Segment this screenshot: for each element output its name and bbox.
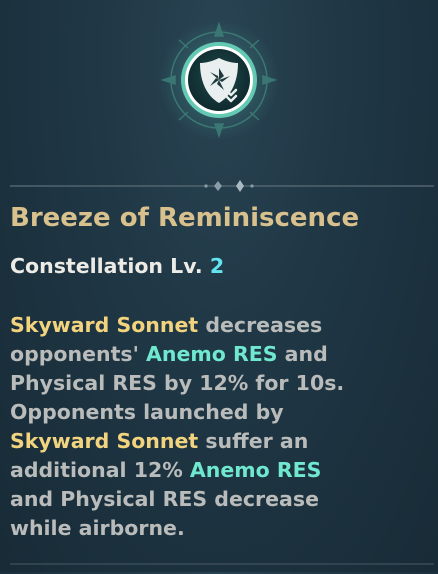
element-highlight: Anemo RES bbox=[189, 458, 322, 482]
element-highlight: Anemo RES bbox=[146, 342, 278, 366]
level-number: 2 bbox=[209, 254, 225, 278]
description-text: while airborne. bbox=[10, 516, 185, 540]
description-line: Skyward Sonnet suffer an bbox=[10, 427, 435, 456]
description-text: Physical RES by 12% for 10s. bbox=[10, 371, 345, 395]
bottom-divider bbox=[10, 556, 434, 566]
description-text: suffer an bbox=[198, 429, 309, 453]
top-divider bbox=[10, 178, 434, 194]
skill-name-highlight: Skyward Sonnet bbox=[10, 429, 199, 453]
description-text: Opponents launched by bbox=[10, 400, 284, 424]
level-label: Constellation Lv. bbox=[10, 254, 203, 278]
description-line: while airborne. bbox=[10, 514, 435, 543]
constellation-emblem bbox=[154, 10, 284, 150]
description-text: decreases bbox=[198, 313, 323, 337]
description-line: Physical RES by 12% for 10s. bbox=[10, 369, 435, 398]
description-text: additional 12% bbox=[10, 458, 190, 482]
description-text: and Physical RES decrease bbox=[10, 487, 319, 511]
constellation-level: Constellation Lv. 2 bbox=[10, 254, 224, 278]
description-line: additional 12% Anemo RES bbox=[10, 456, 435, 485]
description-text: opponents' bbox=[10, 342, 147, 366]
description-text: and bbox=[277, 342, 328, 366]
description-line: Opponents launched by bbox=[10, 398, 435, 427]
constellation-name: Breeze of Reminiscence bbox=[10, 203, 360, 233]
anemo-shield-icon bbox=[159, 20, 279, 140]
description-line: opponents' Anemo RES and bbox=[10, 340, 435, 369]
skill-name-highlight: Skyward Sonnet bbox=[10, 313, 199, 337]
description-line: and Physical RES decrease bbox=[10, 485, 435, 514]
constellation-description: Skyward Sonnet decreases opponents' Anemo… bbox=[10, 311, 435, 543]
description-line: Skyward Sonnet decreases bbox=[10, 311, 435, 340]
